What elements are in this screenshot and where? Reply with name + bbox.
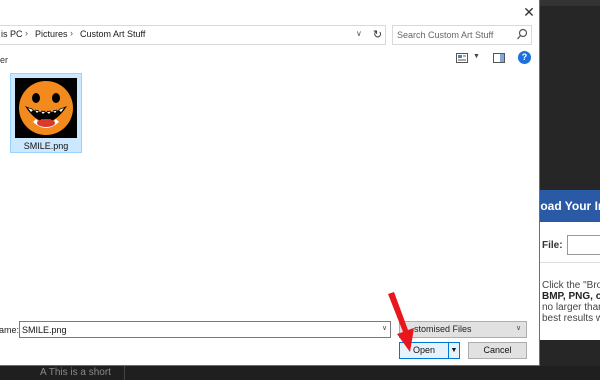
filename-field[interactable]: ∨: [19, 321, 391, 338]
upload-panel-title: load Your Im: [540, 199, 600, 213]
breadcrumb-this-pc[interactable]: is PC: [1, 29, 23, 39]
upload-file-label: File:: [542, 240, 563, 251]
address-bar[interactable]: is PC › Pictures › Custom Art Stuff ∨: [0, 25, 371, 45]
file-list[interactable]: SMILE.png: [0, 68, 538, 314]
new-folder-button[interactable]: er: [0, 55, 8, 65]
filetype-dropdown-icon[interactable]: ∨: [516, 324, 521, 332]
search-input[interactable]: [397, 28, 507, 42]
breadcrumb-custom-art-stuff[interactable]: Custom Art Stuff: [80, 29, 145, 39]
upload-instruction-line: no larger than: [542, 302, 600, 313]
upload-instructions: Click the "Bro BMP, PNG, or E no larger …: [542, 280, 600, 324]
view-options-icon[interactable]: [456, 53, 468, 63]
upload-instruction-line: BMP, PNG, or E: [542, 291, 600, 302]
filename-dropdown-icon[interactable]: ∨: [382, 324, 387, 332]
filetype-value: stomised Files: [414, 324, 472, 334]
preview-pane-icon[interactable]: [493, 53, 505, 63]
file-item-smile[interactable]: SMILE.png: [10, 73, 82, 153]
background-bottom-divider: [124, 366, 125, 380]
address-dropdown-icon[interactable]: ∨: [356, 29, 362, 38]
refresh-icon[interactable]: ↻: [370, 25, 386, 45]
smiley-thumbnail-icon[interactable]: [15, 78, 77, 138]
search-icon[interactable]: [516, 28, 528, 42]
upload-panel-header: load Your Im: [540, 190, 600, 222]
filename-input[interactable]: [22, 323, 372, 336]
filetype-select[interactable]: stomised Files ∨: [399, 321, 527, 338]
filename-label: ame:: [0, 325, 20, 335]
open-split-dropdown-icon[interactable]: ▼: [449, 342, 460, 359]
close-button[interactable]: ✕: [518, 2, 540, 22]
breadcrumb-separator[interactable]: ›: [70, 28, 73, 38]
view-dropdown-icon[interactable]: ▼: [473, 53, 480, 60]
help-icon[interactable]: ?: [518, 51, 531, 64]
breadcrumb-pictures[interactable]: Pictures: [35, 29, 68, 39]
background-bottom-text: A This is a short: [40, 367, 111, 378]
search-box[interactable]: [392, 25, 532, 45]
open-file-dialog: ✕ is PC › Pictures › Custom Art Stuff ∨ …: [0, 0, 540, 366]
upload-instruction-line: best results w: [542, 313, 600, 324]
upload-instruction-line: Click the "Bro: [542, 280, 600, 291]
cancel-button[interactable]: Cancel: [468, 342, 527, 359]
open-button[interactable]: Open: [399, 342, 449, 359]
breadcrumb-separator[interactable]: ›: [25, 28, 28, 38]
file-name-label: SMILE.png: [23, 141, 69, 151]
upload-file-input[interactable]: [567, 235, 600, 255]
upload-panel: load Your Im File: Click the "Bro BMP, P…: [540, 190, 600, 340]
upload-panel-divider: [540, 262, 600, 263]
